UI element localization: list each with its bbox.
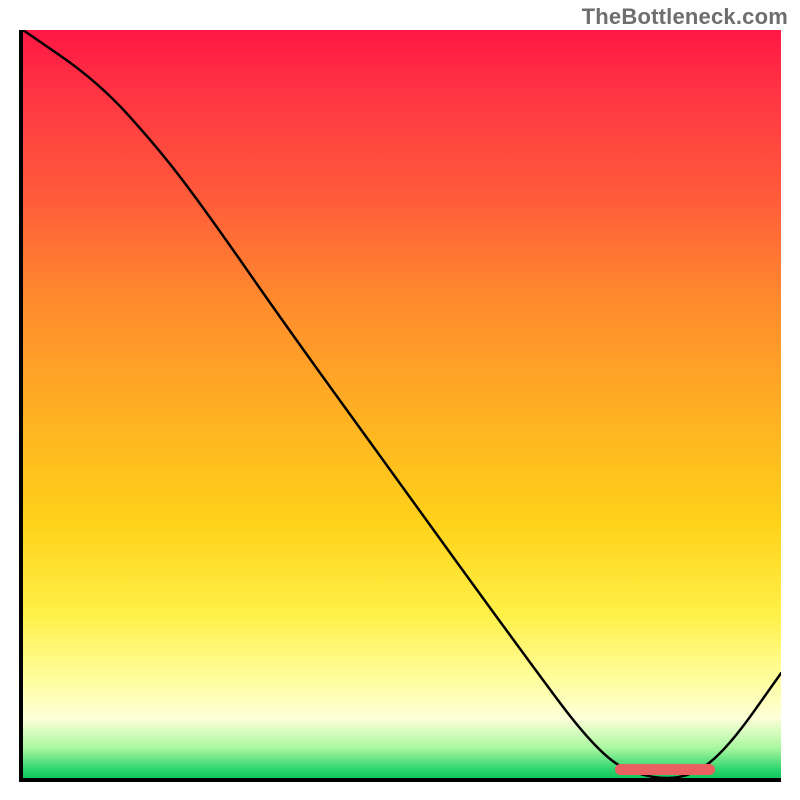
bottleneck-curve-path	[23, 30, 781, 778]
bottleneck-curve	[23, 30, 781, 778]
watermark-text: TheBottleneck.com	[582, 4, 788, 30]
chart-area	[19, 30, 781, 782]
optimum-marker	[615, 764, 715, 775]
